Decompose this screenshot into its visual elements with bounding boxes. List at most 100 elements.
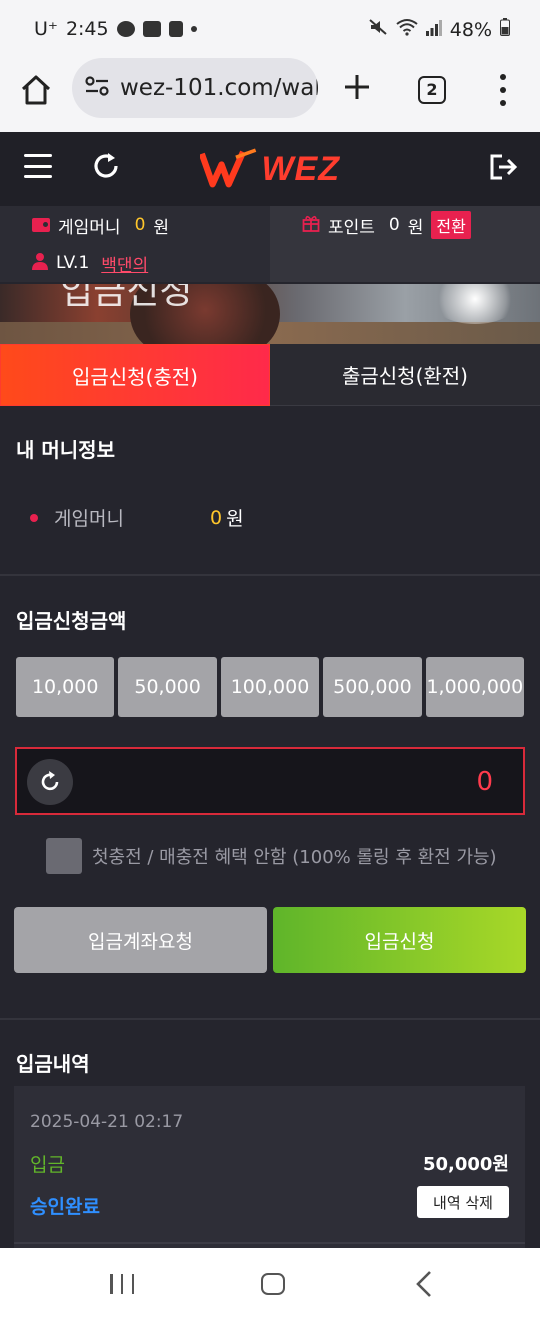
browser-toolbar: wez-101.com/wall 2 (0, 58, 540, 132)
banner-title: 입금신청 (60, 284, 193, 312)
tab-switcher-button[interactable]: 2 (418, 76, 446, 104)
recent-line-icon (131, 1274, 134, 1294)
info-empty-cell (270, 244, 540, 282)
history-status: 승인완료 (30, 1196, 100, 1218)
battery-icon (500, 18, 510, 41)
site-settings-icon[interactable] (84, 75, 110, 101)
tab-deposit[interactable]: 입금신청(충전) (0, 344, 270, 406)
system-navigation-bar (0, 1248, 540, 1320)
history-datetime: 2025-04-21 02:17 (30, 1112, 184, 1132)
point-unit: 원 (407, 217, 424, 238)
logo-text: WEZ (261, 149, 340, 188)
mute-icon (368, 18, 388, 41)
recent-line-icon (120, 1274, 124, 1294)
money-info-title: 내 머니정보 (16, 438, 115, 462)
talk-notification-icon (116, 21, 135, 37)
amount-preset-button[interactable]: 10,000 (16, 657, 115, 717)
request-account-button[interactable]: 입금계좌요청 (14, 907, 267, 973)
history-amount: 50,000원 (422, 1154, 509, 1175)
deposit-withdraw-tabs: 입금신청(충전) 출금신청(환전) (0, 344, 540, 406)
back-button[interactable] (412, 1270, 436, 1298)
banner-stadium-light (430, 284, 520, 324)
page-banner: 입금신청 (0, 284, 540, 344)
wallet-icon (32, 218, 50, 232)
signal-icon (425, 19, 442, 41)
history-type: 입금 (30, 1154, 65, 1176)
deposit-amount-field[interactable]: 0 (15, 747, 525, 815)
more-dot-icon (500, 100, 506, 106)
point-label: 포인트 (328, 217, 375, 238)
browser-menu-button[interactable] (496, 74, 510, 106)
amount-preset-group: 10,000 50,000 100,000 500,000 1,000,000 (16, 657, 525, 717)
point-value: 0 (388, 215, 400, 235)
wez-logo-mark-icon (200, 148, 257, 188)
clock: 2:45 (65, 18, 109, 40)
gift-icon (302, 214, 320, 237)
tab-withdraw[interactable]: 출금신청(환전) (270, 344, 540, 406)
deposit-amount-value: 0 (476, 767, 493, 797)
new-tab-button[interactable] (340, 70, 374, 104)
system-home-button[interactable] (261, 1273, 285, 1295)
game-money-label: 게임머니 (58, 217, 121, 238)
menu-line-icon (24, 154, 52, 157)
wifi-icon (396, 18, 418, 41)
user-level: LV.1 (56, 253, 90, 273)
money-info-row: 게임머니 0 원 (30, 504, 244, 531)
reset-icon (41, 771, 59, 791)
hamburger-menu-button[interactable] (24, 154, 52, 178)
bullet-icon (30, 513, 38, 522)
history-divider (14, 1242, 525, 1244)
bonus-optout-checkbox[interactable] (46, 838, 82, 874)
logout-button[interactable] (488, 152, 518, 182)
section-divider (0, 1018, 540, 1020)
game-money-unit: 원 (153, 217, 170, 238)
bonus-optout-row[interactable]: 첫충전 / 매충전 혜택 안함 (100% 롤링 후 환전 가능) (46, 838, 497, 874)
level-cell: LV.1 백댄의 (0, 244, 270, 282)
refresh-icon (94, 153, 118, 178)
delete-history-button[interactable]: 내역 삭제 (417, 1186, 509, 1218)
submit-deposit-button[interactable]: 입금신청 (273, 907, 526, 973)
menu-line-icon (24, 175, 52, 178)
site-header: WEZ (0, 132, 540, 206)
status-bar: U⁺ 2:45 48% (0, 0, 540, 58)
bonus-optout-label: 첫충전 / 매충전 혜택 안함 (100% 롤링 후 환전 가능) (92, 847, 497, 868)
home-icon (21, 75, 51, 105)
section-divider (0, 574, 540, 576)
menu-line-icon (24, 164, 52, 168)
game-money-value: 0 (134, 215, 146, 235)
refresh-button[interactable] (90, 150, 122, 182)
deposit-amount-title: 입금신청금액 (16, 609, 127, 633)
user-icon (32, 252, 48, 275)
recent-apps-button[interactable] (110, 1274, 134, 1294)
money-info-label: 게임머니 (54, 508, 124, 530)
logout-icon (490, 154, 518, 180)
address-bar[interactable]: wez-101.com/wall (72, 58, 318, 118)
site-logo[interactable]: WEZ (200, 144, 340, 194)
point-cell: 포인트 0 원 전환 (270, 206, 540, 244)
amount-preset-button[interactable]: 500,000 (323, 657, 422, 717)
point-convert-button[interactable]: 전환 (431, 211, 471, 239)
username-link[interactable]: 백댄의 (101, 251, 148, 276)
history-item: 2025-04-21 02:17 입금 50,000원 승인완료 내역 삭제 (14, 1086, 525, 1248)
battery-level: 48% (449, 18, 492, 41)
amount-preset-button[interactable]: 1,000,000 (425, 657, 525, 717)
money-info-value: 0 (210, 506, 223, 529)
url-text: wez-101.com/wall (120, 75, 318, 101)
home-button[interactable] (18, 72, 54, 108)
more-dot-icon (500, 87, 506, 93)
money-info-unit: 원 (226, 508, 244, 530)
amount-preset-button[interactable]: 100,000 (220, 657, 320, 717)
amount-preset-button[interactable]: 50,000 (118, 657, 217, 717)
deposit-history-title: 입금내역 (16, 1052, 90, 1076)
b-app-notification-icon (168, 21, 183, 37)
account-info-bar: 게임머니 0 원 포인트 0 원 전환 LV.1 백댄의 (0, 206, 540, 284)
recent-line-icon (110, 1274, 113, 1294)
news-notification-icon (142, 21, 161, 37)
reset-amount-button[interactable] (27, 759, 73, 805)
game-money-cell: 게임머니 0 원 (0, 206, 270, 244)
carrier-label: U⁺ (34, 18, 58, 40)
more-dot-icon (500, 74, 506, 80)
more-notifications-icon (190, 26, 197, 32)
plus-icon (345, 75, 369, 99)
back-chevron-icon (416, 1271, 431, 1297)
